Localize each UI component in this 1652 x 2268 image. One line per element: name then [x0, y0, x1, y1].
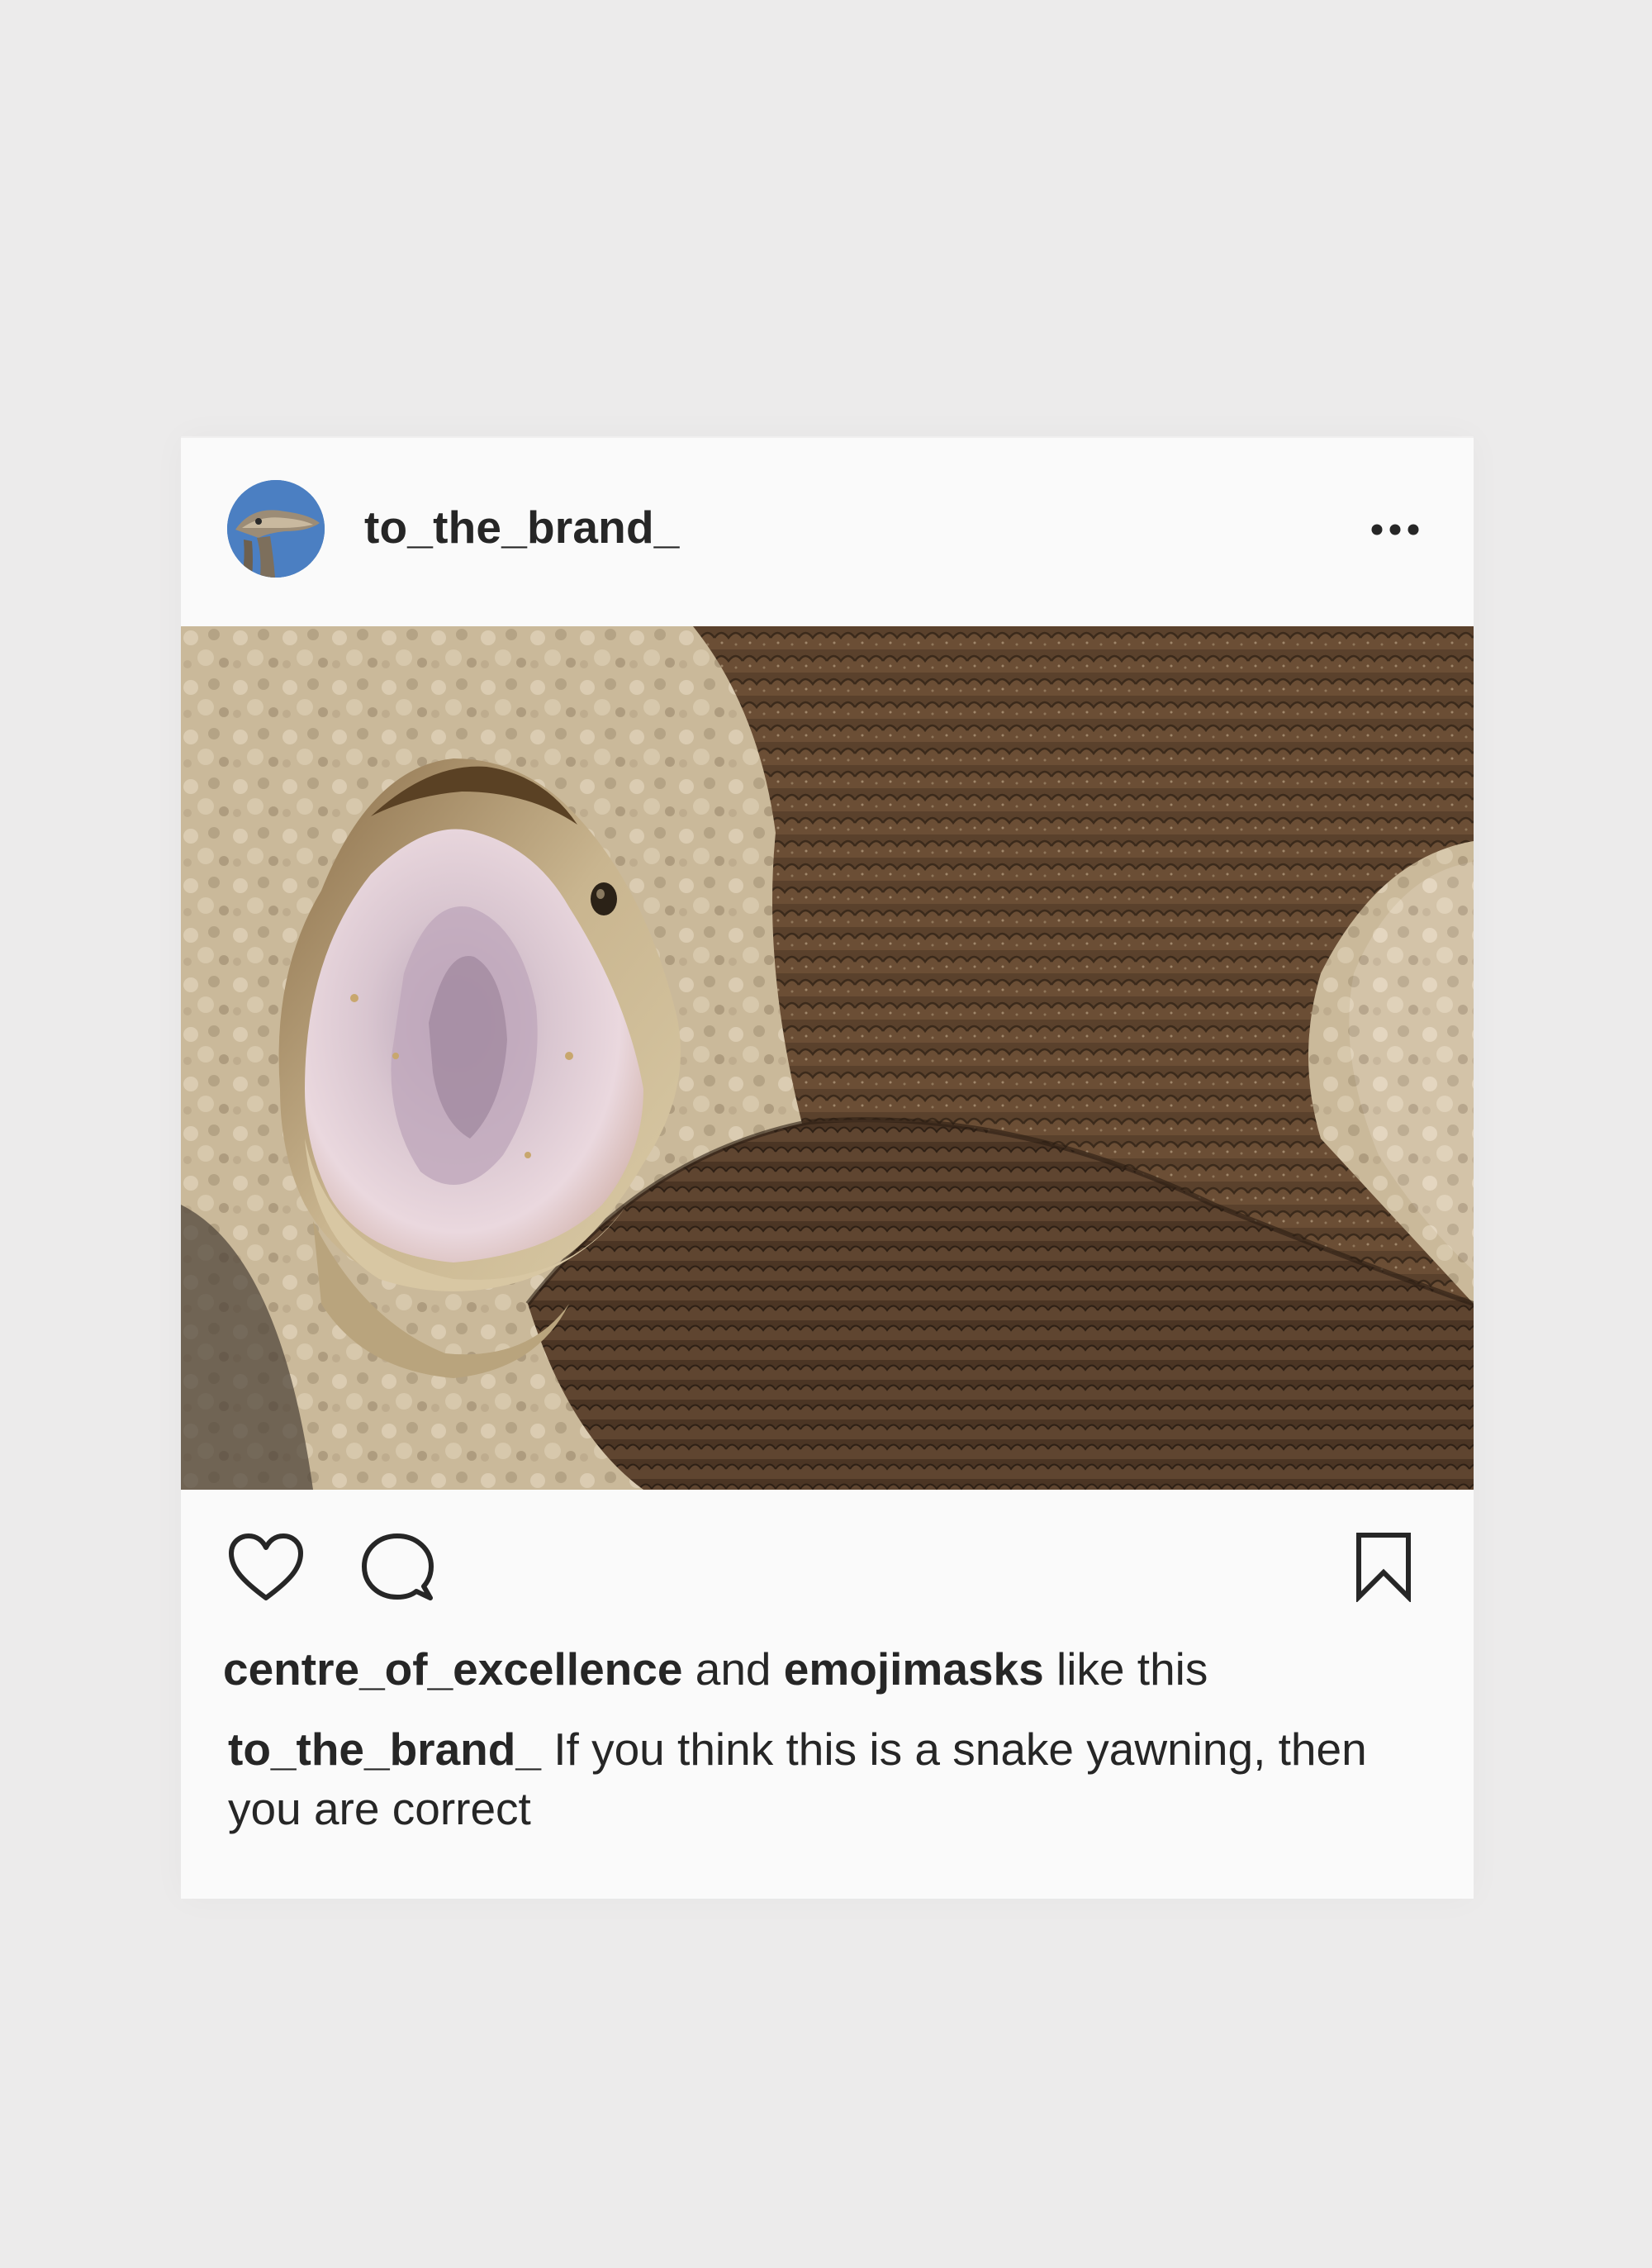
liker-username[interactable]: emojimasks	[784, 1643, 1044, 1695]
post-photo[interactable]	[181, 626, 1474, 1490]
like-button[interactable]	[227, 1532, 305, 1603]
likes-summary: centre_of_excellence and emojimasks like…	[223, 1643, 1208, 1695]
heart-icon	[229, 1533, 303, 1600]
snake-head-avatar-icon	[227, 480, 325, 578]
more-options-button[interactable]	[1366, 509, 1424, 550]
post-actions-bar	[181, 1490, 1474, 1622]
caption-username[interactable]: to_the_brand_	[228, 1724, 541, 1775]
post-username[interactable]: to_the_brand_	[364, 501, 680, 554]
instagram-post-card: to_the_brand_ centre_of_excellence and e…	[181, 436, 1474, 1899]
save-button[interactable]	[1355, 1531, 1412, 1604]
post-header: to_the_brand_	[181, 436, 1474, 626]
likes-connector: and	[682, 1643, 784, 1695]
liker-username[interactable]: centre_of_excellence	[223, 1643, 682, 1695]
comment-icon	[362, 1533, 434, 1600]
avatar[interactable]	[227, 480, 325, 578]
bookmark-icon	[1356, 1533, 1411, 1604]
post-caption: to_the_brand_ If you think this is a sna…	[228, 1719, 1442, 1838]
snake-yawning-photo	[181, 626, 1474, 1490]
more-options-icon	[1371, 524, 1419, 535]
likes-suffix: like this	[1043, 1643, 1208, 1695]
comment-button[interactable]	[361, 1532, 434, 1603]
